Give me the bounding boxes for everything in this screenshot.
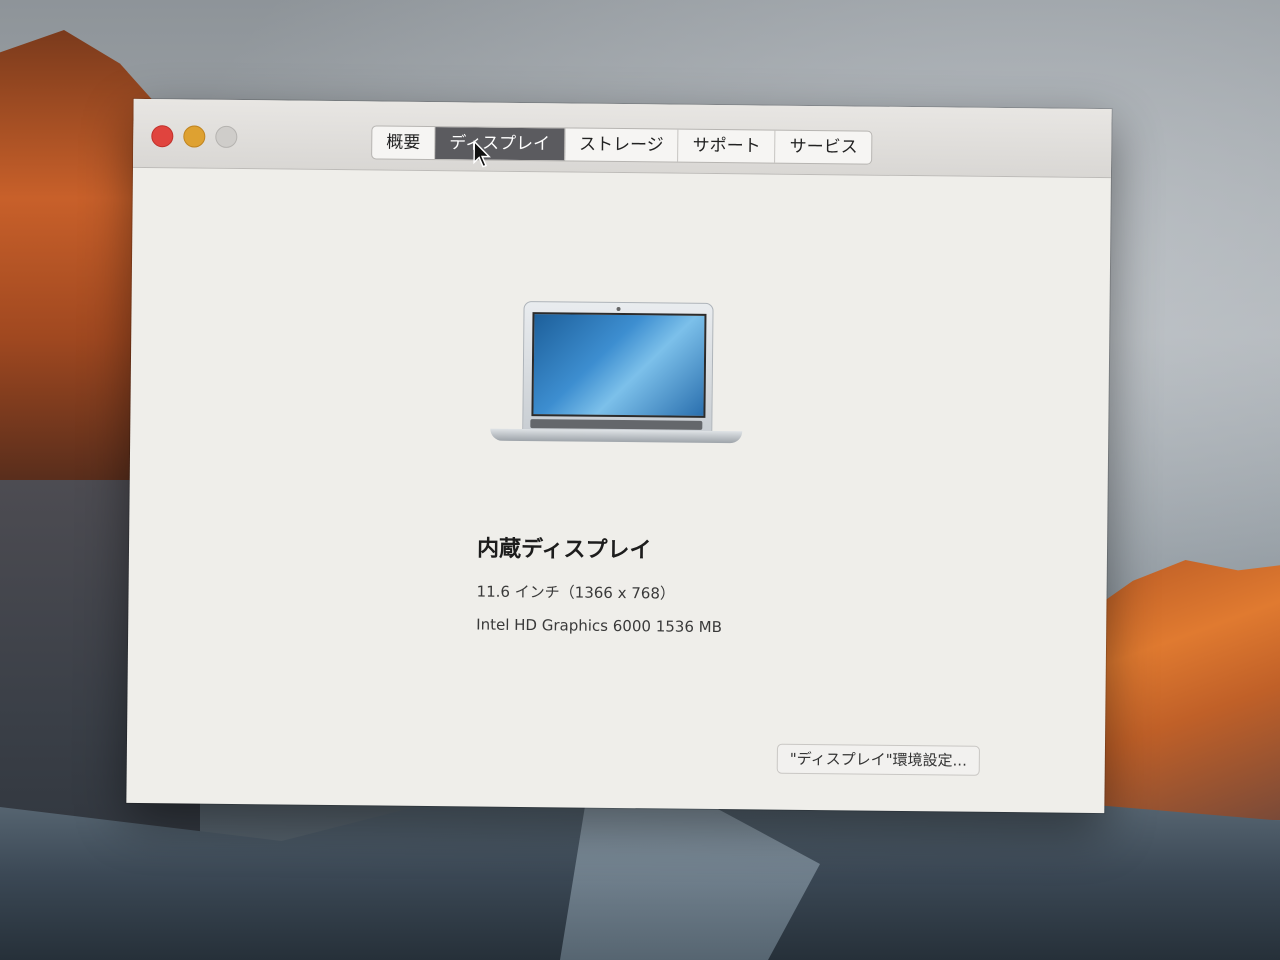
laptop-icon: [486, 293, 743, 456]
window-titlebar[interactable]: 概要 ディスプレイ ストレージ サポート サービス: [132, 98, 1112, 179]
mouse-pointer-icon: [473, 140, 491, 168]
tab-display[interactable]: ディスプレイ: [435, 127, 566, 161]
laptop-camera: [616, 306, 621, 312]
minimize-button[interactable]: [183, 125, 206, 148]
zoom-button: [215, 125, 238, 148]
tab-overview[interactable]: 概要: [372, 126, 436, 160]
display-name: 内蔵ディスプレイ: [476, 536, 652, 564]
tab-storage[interactable]: ストレージ: [564, 128, 679, 162]
display-info: 内蔵ディスプレイ 11.6 インチ（1366 x 768） Intel HD G…: [476, 531, 723, 651]
graphics-info: Intel HD Graphics 6000 1536 MB: [476, 615, 723, 637]
laptop-screen: [531, 312, 707, 418]
tab-support[interactable]: サポート: [678, 129, 776, 163]
wallpaper-valley: [0, 790, 1280, 960]
display-size: 11.6 インチ（1366 x 768）: [476, 582, 676, 603]
display-preferences-button[interactable]: "ディスプレイ"環境設定...: [776, 743, 981, 776]
wallpaper-valley-highlight: [560, 800, 820, 960]
laptop-base: [490, 428, 743, 444]
about-this-mac-window: 概要 ディスプレイ ストレージ サポート サービス 内蔵ディスプレイ 11.6 …: [126, 98, 1112, 814]
laptop-lid: [522, 300, 714, 433]
tab-bar: 概要 ディスプレイ ストレージ サポート サービス: [371, 125, 873, 165]
close-button[interactable]: [151, 125, 174, 148]
tab-service[interactable]: サービス: [776, 131, 872, 164]
laptop-keyboard: [530, 419, 703, 430]
